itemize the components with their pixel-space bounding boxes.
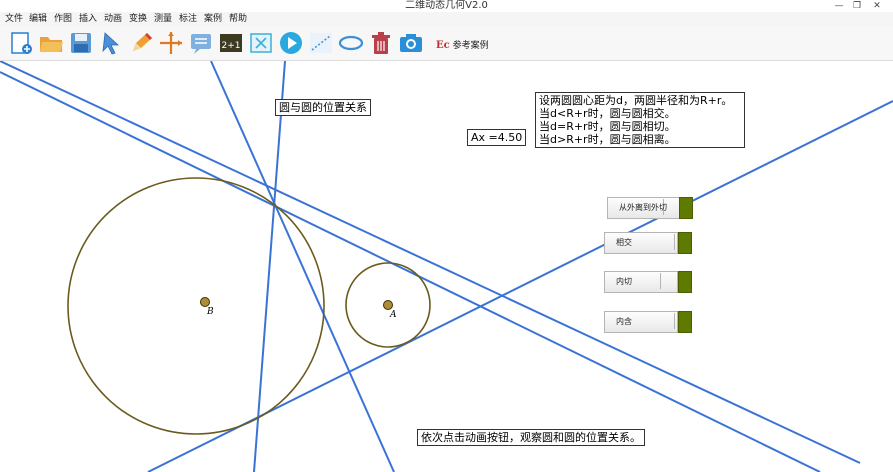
animation-button-swatch[interactable] [678,311,692,333]
animation-button-label: 相交 [616,238,632,247]
toolbar: 2+1 Ec 参考案例 [0,26,893,61]
menu-cases[interactable]: 案例 [204,12,222,26]
menu-file[interactable]: 文件 [5,12,23,26]
instruction-text-box[interactable]: 依次点击动画按钮，观察圆和圆的位置关系。 [417,429,645,446]
camera-icon[interactable] [398,30,424,56]
tangent-line-3[interactable] [210,61,395,472]
info-text-box[interactable]: 设两圆圆心距为d，两圆半径和为R+r。 当d<R+r时，圆与圆相交。 当d=R+… [535,92,745,148]
open-folder-icon[interactable] [38,30,64,56]
center-point-a[interactable] [383,300,393,310]
new-file-icon[interactable] [8,30,34,56]
reference-cases-label: 参考案例 [452,41,489,51]
measure-text-box[interactable]: Ax =4.50 [467,129,527,146]
menu-help[interactable]: 帮助 [229,12,247,26]
title-text-box[interactable]: 圆与圆的位置关系 [275,99,371,116]
menu-insert[interactable]: 插入 [79,12,97,26]
save-disk-icon[interactable] [68,30,94,56]
menu-annotate[interactable]: 标注 [179,12,197,26]
coordinate-axes-icon[interactable] [158,30,184,56]
animation-button-swatch[interactable] [679,197,693,219]
geometry-canvas[interactable]: B A 圆与圆的位置关系 Ax =4.50 设两圆圆心距为d，两圆半径和为R+r… [0,61,893,472]
menu-bar: 文件 编辑 作图 插入 动画 变换 测量 标注 案例 帮助 [0,12,893,26]
circle-b[interactable] [67,177,325,435]
animation-button-intersect[interactable]: 相交 [604,232,692,254]
calculator-icon[interactable]: 2+1 [218,30,244,56]
center-point-b[interactable] [200,297,210,307]
animation-button-contained[interactable]: 内含 [604,311,692,333]
play-icon[interactable] [278,30,304,56]
svg-text:2+1: 2+1 [222,41,241,51]
animation-button-internal-tangent[interactable]: 内切 [604,271,692,293]
animation-button-swatch[interactable] [678,232,692,254]
ellipse-icon[interactable] [338,30,364,56]
menu-construct[interactable]: 作图 [54,12,72,26]
animation-button-label: 内切 [616,277,632,286]
reference-cases-icon: Ec [436,40,450,51]
trace-dots-icon[interactable] [308,30,334,56]
reference-cases-button[interactable]: Ec 参考案例 [436,38,489,51]
close-button[interactable]: ✕ [870,0,884,12]
menu-animate[interactable]: 动画 [104,12,122,26]
restore-button[interactable]: ❐ [850,0,864,12]
function-icon[interactable] [248,30,274,56]
minimize-button[interactable]: — [832,0,846,12]
info-line: 当d=R+r时，圆与圆相切。 [539,120,676,133]
menu-edit[interactable]: 编辑 [29,12,47,26]
animation-button-label: 从外离到外切 [619,203,667,212]
select-arrow-icon[interactable] [98,30,124,56]
window-title: 二维动态几何V2.0 [405,0,488,11]
title-bar: 二维动态几何V2.0 — ❐ ✕ [0,0,893,12]
geometry-drawing [0,61,893,472]
menu-transform[interactable]: 变换 [129,12,147,26]
info-line: 设两圆圆心距为d，两圆半径和为R+r。 [539,94,733,107]
menu-measure[interactable]: 测量 [154,12,172,26]
info-line: 当d<R+r时，圆与圆相交。 [539,107,676,120]
point-label-b: B [207,307,214,317]
point-label-a: A [390,310,397,320]
animation-button-label: 内含 [616,317,632,326]
pencil-icon[interactable] [128,30,154,56]
info-line: 当d>R+r时，圆与圆相离。 [539,133,676,146]
trash-icon[interactable] [368,30,394,56]
text-note-icon[interactable] [188,30,214,56]
animation-button-separate-to-external-tangent[interactable]: 从外离到外切 [607,197,695,219]
animation-button-swatch[interactable] [678,271,692,293]
